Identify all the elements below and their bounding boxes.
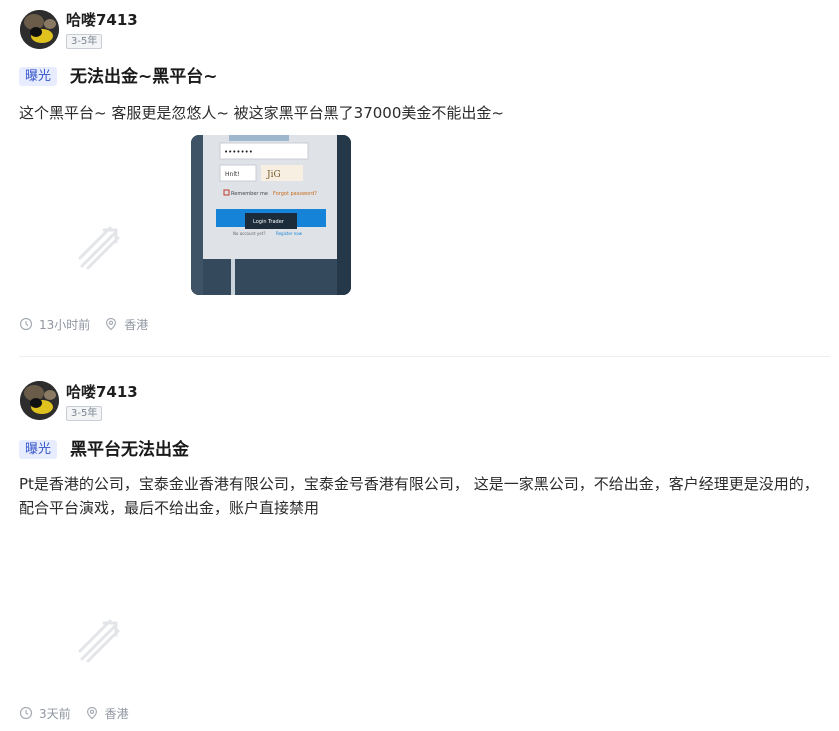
post-content: 这个黑平台~ 客服更是忽悠人~ 被这家黑平台黑了37000美金不能出金~: [19, 104, 504, 122]
post-meta: 3天前 香港: [19, 705, 129, 721]
clock-icon: [19, 706, 33, 720]
post-title[interactable]: 无法出金~黑平台~: [70, 66, 218, 88]
post-time: 13小时前: [39, 317, 91, 332]
exposure-tag: 曝光: [19, 440, 58, 459]
post-time: 3天前: [39, 706, 71, 721]
author-name[interactable]: 哈喽7413: [66, 10, 138, 30]
remember-me-label: Remember me: [231, 191, 268, 197]
experience-badge: 3-5年: [66, 34, 103, 49]
image-placeholder-icon: [78, 226, 120, 270]
register-link: Register now: [276, 231, 303, 236]
post-location: 香港: [124, 317, 149, 332]
captcha-field: Hnlt!: [225, 171, 240, 178]
author-name[interactable]: 哈喽7413: [66, 382, 138, 402]
avatar[interactable]: [20, 10, 59, 49]
location-pin-icon: [86, 706, 97, 720]
post-location: 香港: [104, 706, 129, 721]
password-field: •••••••: [224, 148, 253, 156]
captcha-image: JiG: [266, 170, 281, 180]
post-meta: 13小时前 香港: [19, 316, 148, 332]
exposure-tag: 曝光: [19, 67, 58, 86]
experience-badge: 3-5年: [66, 406, 103, 421]
image-placeholder-icon: [78, 619, 120, 663]
post-card[interactable]: 哈喽7413 3-5年 曝光 无法出金~黑平台~ 这个黑平台~ 客服更是忽悠人~…: [0, 0, 839, 357]
post-card[interactable]: 哈喽7413 3-5年 曝光 黑平台无法出金 Pt是香港的公司，宝泰金业香港有限…: [0, 373, 839, 731]
clock-icon: [19, 317, 33, 331]
forgot-password-link: Forgot password?: [273, 191, 317, 197]
location-pin-icon: [106, 317, 117, 331]
register-prompt: No account yet?: [233, 231, 265, 236]
avatar[interactable]: [20, 381, 59, 420]
post-title[interactable]: 黑平台无法出金: [70, 439, 189, 461]
post-image[interactable]: ••••••• Hnlt! JiG Remember me Forgot pas…: [191, 135, 351, 295]
post-content: Pt是香港的公司，宝泰金业香港有限公司，宝泰金号香港有限公司， 这是一家黑公司，…: [19, 475, 819, 517]
login-button: Login Trader: [253, 219, 285, 225]
post-divider: [19, 356, 830, 357]
